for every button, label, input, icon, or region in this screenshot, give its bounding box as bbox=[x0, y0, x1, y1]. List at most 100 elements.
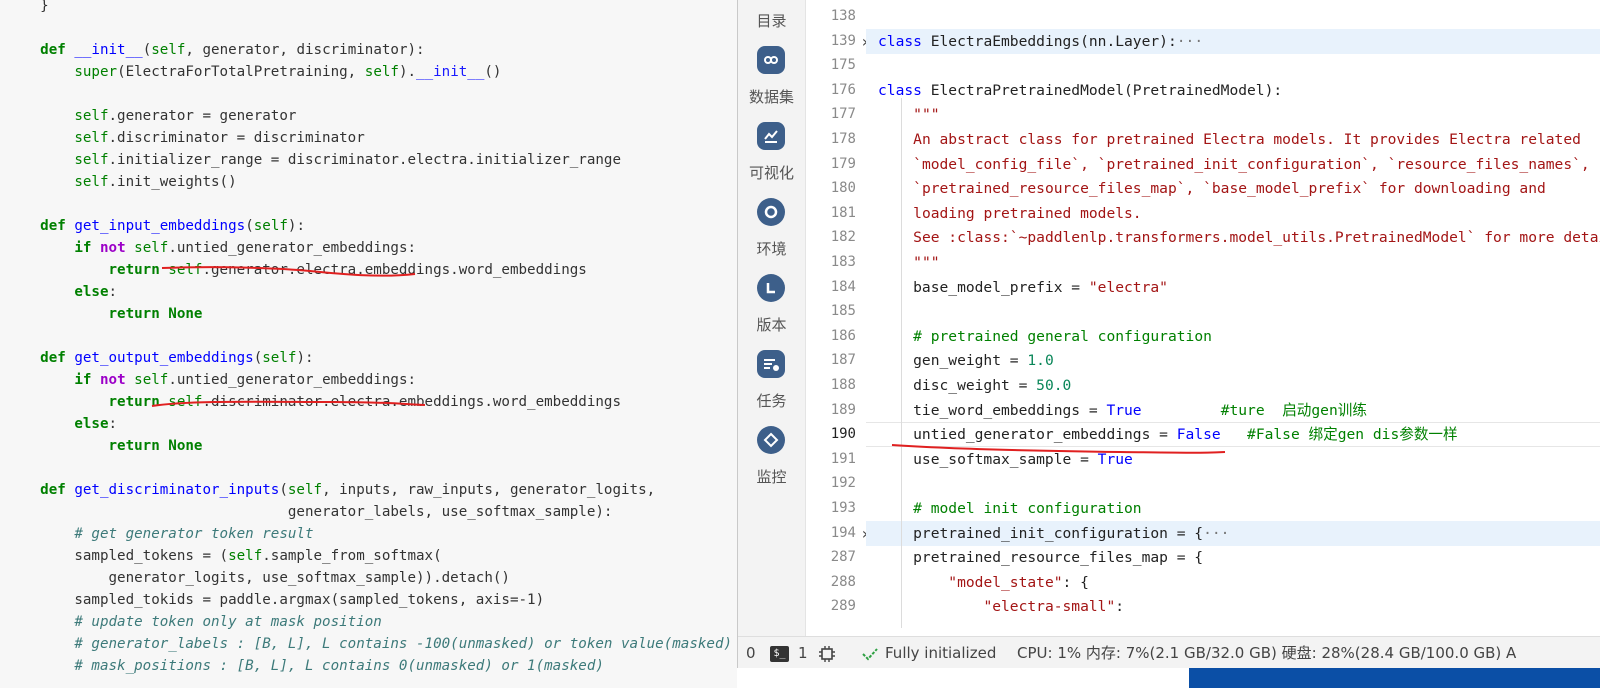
activity-visualization[interactable]: 可视化 bbox=[738, 162, 805, 183]
indent-guide bbox=[901, 98, 902, 628]
code-token: .untied_generator_embeddings: bbox=[168, 240, 417, 256]
code-token: "electra" bbox=[1088, 279, 1168, 296]
code-line[interactable]: See :class:`~paddlenlp.transformers.mode… bbox=[878, 225, 1600, 250]
code-token: def bbox=[40, 42, 66, 58]
left-code-line: def get_input_embeddings(self): bbox=[6, 215, 305, 237]
line-number: 187 bbox=[830, 352, 856, 368]
line-number: 178 bbox=[830, 131, 856, 147]
code-token: def bbox=[40, 218, 66, 234]
code-token: # update token only at mask position bbox=[74, 614, 382, 630]
code-token: # generator_labels : [B, L], L contains … bbox=[74, 636, 733, 652]
code-token: True bbox=[1097, 451, 1133, 468]
code-token: .generator = generator bbox=[108, 108, 297, 124]
code-token: `pretrained_resource_files_map`, `base_m… bbox=[913, 180, 1546, 197]
environment-icon[interactable] bbox=[757, 198, 785, 226]
code-line[interactable]: class ElectraPretrainedModel(PretrainedM… bbox=[878, 78, 1282, 103]
editor-window[interactable]: 目录 数据集 可视化 环境 版本 任务 监控 138 139 › 175 176 177 1… bbox=[737, 0, 1600, 668]
activity-environment[interactable]: 环境 bbox=[738, 238, 805, 259]
dataset-icon[interactable] bbox=[757, 46, 785, 74]
chart-icon[interactable] bbox=[757, 122, 785, 150]
line-number: 139 bbox=[830, 33, 856, 49]
code-line[interactable]: disc_weight = 50.0 bbox=[878, 373, 1071, 398]
code-token: ··· bbox=[1176, 33, 1204, 50]
line-number: 188 bbox=[830, 377, 856, 393]
code-token: self bbox=[134, 372, 169, 388]
terminal-count[interactable]: 1 bbox=[798, 637, 808, 668]
code-line[interactable]: """ bbox=[878, 102, 939, 127]
code-token: get_input_embeddings bbox=[74, 218, 246, 234]
code-token: self bbox=[74, 108, 109, 124]
code-line[interactable]: class ElectraEmbeddings(nn.Layer):··· bbox=[878, 29, 1203, 54]
code-editor[interactable]: class ElectraEmbeddings(nn.Layer):··· cla… bbox=[866, 0, 1600, 636]
line-number: 193 bbox=[830, 500, 856, 516]
code-line[interactable]: pretrained_init_configuration = {··· bbox=[878, 521, 1229, 546]
code-line[interactable]: `model_config_file`, `pretrained_init_co… bbox=[878, 152, 1590, 177]
code-token: .generator.electra.embeddings.word_embed… bbox=[202, 262, 587, 278]
terminal-icon[interactable]: $_ bbox=[770, 637, 789, 668]
left-code-line: self.init_weights() bbox=[6, 171, 236, 193]
kernel-status[interactable]: Fully initialized bbox=[885, 637, 996, 668]
activity-version[interactable]: 版本 bbox=[738, 314, 805, 335]
code-line[interactable]: An abstract class for pretrained Electra… bbox=[878, 127, 1581, 152]
line-number: 177 bbox=[830, 106, 856, 122]
code-line[interactable]: # pretrained general configuration bbox=[878, 324, 1212, 349]
code-line[interactable]: "electra-small": bbox=[878, 594, 1124, 619]
status-bar: 0 $_ 1 Fully initialized CPU: 1% 内存: 7%(… bbox=[738, 636, 1600, 668]
code-line[interactable]: # model init configuration bbox=[878, 496, 1142, 521]
code-token: "electra-small" bbox=[983, 598, 1116, 615]
activity-task[interactable]: 任务 bbox=[738, 390, 805, 411]
code-token: : { bbox=[1062, 574, 1089, 591]
code-line[interactable]: tie_word_embeddings = True #ture 启动gen训练 bbox=[878, 398, 1367, 423]
activity-monitor[interactable]: 监控 bbox=[738, 466, 805, 487]
code-token: ( bbox=[279, 482, 288, 498]
code-token: ( bbox=[253, 350, 263, 366]
code-token: # model init configuration bbox=[913, 500, 1142, 517]
left-code-panel[interactable]: }) } def __init__(self, generator, discr… bbox=[0, 0, 737, 688]
code-line[interactable]: loading pretrained models. bbox=[878, 201, 1141, 226]
line-number: 185 bbox=[830, 303, 856, 319]
line-number: 183 bbox=[830, 254, 856, 270]
problems-count[interactable]: 0 bbox=[746, 637, 756, 668]
code-line[interactable]: use_softmax_sample = True bbox=[878, 447, 1133, 472]
task-icon[interactable] bbox=[757, 350, 785, 378]
line-number: 138 bbox=[830, 8, 856, 24]
code-line[interactable]: """ bbox=[878, 250, 939, 275]
code-token: : bbox=[108, 416, 118, 432]
line-number: 184 bbox=[830, 279, 856, 295]
version-icon[interactable] bbox=[757, 274, 785, 302]
code-line[interactable]: `pretrained_resource_files_map`, `base_m… bbox=[878, 176, 1546, 201]
desktop-strip bbox=[737, 668, 1189, 688]
code-token: __init__ bbox=[74, 42, 143, 58]
code-line[interactable]: untied_generator_embeddings = False #Fal… bbox=[878, 422, 1457, 447]
code-line[interactable]: base_model_prefix = "electra" bbox=[878, 275, 1168, 300]
left-code-line: def get_discriminator_inputs(self, input… bbox=[6, 479, 655, 501]
monitor-icon[interactable] bbox=[757, 426, 785, 454]
left-code-line: sampled_tokens = (self.sample_from_softm… bbox=[6, 545, 441, 567]
code-line[interactable]: "model_state": { bbox=[878, 570, 1089, 595]
activity-dataset[interactable]: 数据集 bbox=[738, 86, 805, 107]
code-token: ( bbox=[142, 42, 152, 58]
code-token: generator_logits, use_softmax_sample)).d… bbox=[6, 570, 510, 586]
code-line[interactable]: gen_weight = 1.0 bbox=[878, 348, 1054, 373]
code-line[interactable]: pretrained_resource_files_map = { bbox=[878, 545, 1203, 570]
code-token: # pretrained general configuration bbox=[913, 328, 1212, 345]
code-token: sampled_tokids = paddle.argmax(sampled_t… bbox=[6, 592, 545, 608]
code-token: self bbox=[262, 350, 297, 366]
activity-catalog[interactable]: 目录 bbox=[738, 10, 805, 31]
code-token: .discriminator = discriminator bbox=[108, 130, 365, 146]
code-token: get_discriminator_inputs bbox=[74, 482, 280, 498]
left-code-line: sampled_tokids = paddle.argmax(sampled_t… bbox=[6, 589, 544, 611]
code-token: #ture 启动gen训练 bbox=[1220, 402, 1367, 419]
kernel-icon[interactable] bbox=[818, 637, 836, 668]
code-token: See :class:`~paddlenlp.transformers.mode… bbox=[913, 229, 1600, 246]
